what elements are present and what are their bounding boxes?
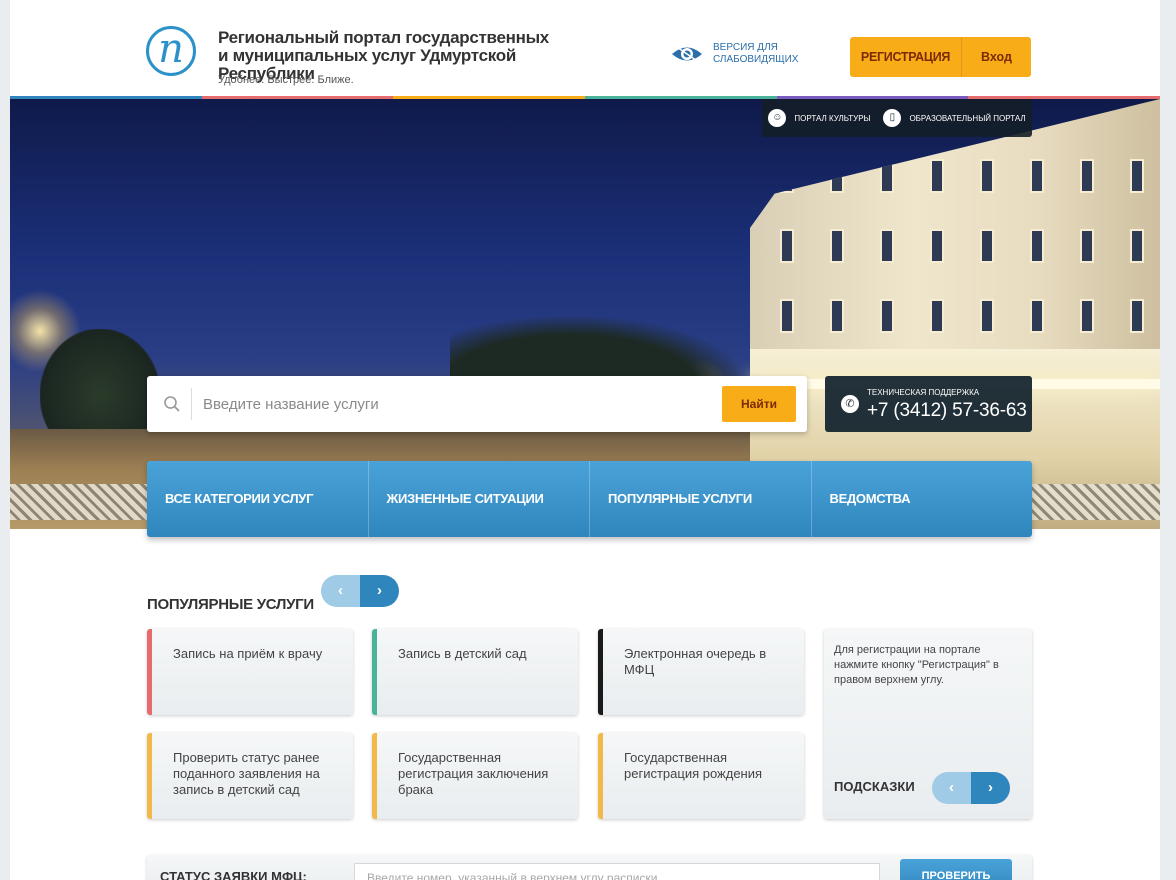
service-search: Найти: [147, 376, 807, 432]
accessibility-label-line2: слабовидящих: [713, 54, 799, 65]
mfc-status-label: Статус заявки МФЦ:: [160, 869, 307, 880]
hints-text: Для регистрации на портале нажмите кнопк…: [834, 644, 999, 686]
building-window: [780, 299, 794, 333]
book-icon: ▯: [883, 109, 902, 127]
building-window: [780, 229, 794, 263]
service-card[interactable]: Проверить статус ранее поданного заявлен…: [147, 733, 353, 819]
building-window: [980, 299, 994, 333]
mfc-status-bar: Статус заявки МФЦ: Проверить: [147, 855, 1032, 880]
service-card[interactable]: Электронная очередь в МФЦ: [598, 629, 804, 715]
accessibility-version-link[interactable]: Версия для слабовидящих: [670, 42, 799, 66]
hints-prev-button[interactable]: ‹: [932, 772, 971, 804]
popular-pager: ‹ ›: [321, 575, 399, 607]
popular-next-button[interactable]: ›: [360, 575, 399, 607]
hero-trees: [40, 329, 160, 439]
search-input[interactable]: [203, 389, 703, 419]
login-button[interactable]: Вход: [962, 37, 1031, 77]
portal-title-line1: Региональный портал государственных: [218, 28, 549, 47]
building-window: [880, 159, 894, 193]
building-window: [830, 159, 844, 193]
building-window: [930, 299, 944, 333]
nav-departments[interactable]: Ведомства: [812, 461, 1033, 537]
nav-popular-services[interactable]: Популярные услуги: [590, 461, 812, 537]
building-window: [830, 229, 844, 263]
support-label: Техническая поддержка: [867, 388, 980, 397]
building-window: [1030, 159, 1044, 193]
register-button[interactable]: Регистрация: [850, 37, 962, 77]
support-phone[interactable]: +7 (3412) 57-36-63: [867, 400, 1027, 422]
service-card[interactable]: Запись на приём к врачу: [147, 629, 353, 715]
hints-title: Подсказки: [834, 779, 915, 794]
building-window: [830, 299, 844, 333]
ornament-right: [1032, 484, 1160, 520]
building-window: [880, 299, 894, 333]
tech-support-box: ✆ Техническая поддержка +7 (3412) 57-36-…: [825, 376, 1032, 432]
building-window: [1080, 299, 1094, 333]
building-window: [1130, 159, 1144, 193]
education-portal-link[interactable]: ▯ Образовательный портал: [883, 109, 1026, 127]
service-card[interactable]: Запись в детский сад: [372, 629, 578, 715]
culture-portal-link[interactable]: ☺ Портал культуры: [768, 109, 871, 127]
building-window: [1080, 159, 1094, 193]
search-button[interactable]: Найти: [722, 386, 796, 422]
hints-panel: Для регистрации на портале нажмите кнопк…: [824, 629, 1032, 819]
eye-icon: [672, 44, 702, 64]
auth-buttons: Регистрация Вход: [850, 37, 1031, 77]
nav-all-categories[interactable]: Все категории услуг: [147, 461, 369, 537]
theater-mask-icon: ☺: [768, 109, 787, 127]
accessibility-label-line1: Версия для: [713, 42, 778, 53]
service-card[interactable]: Государственная регистрация заключения б…: [372, 733, 578, 819]
building-window: [930, 159, 944, 193]
culture-portal-label: Портал культуры: [794, 113, 871, 123]
mfc-check-button[interactable]: Проверить: [900, 859, 1012, 880]
building-window: [1030, 299, 1044, 333]
portal-slogan: Удобнее. Быстрее. Ближе.: [218, 74, 354, 86]
site-header: n Региональный портал государственных и …: [10, 0, 1160, 97]
building-window: [780, 159, 794, 193]
building-window: [880, 229, 894, 263]
category-nav: Все категории услуг Жизненные ситуации П…: [147, 461, 1032, 537]
building-window: [1130, 229, 1144, 263]
popular-title: Популярные услуги: [147, 596, 314, 613]
mfc-number-input[interactable]: [354, 863, 880, 880]
building-window: [980, 229, 994, 263]
education-portal-label: Образовательный портал: [909, 113, 1026, 123]
popular-prev-button[interactable]: ‹: [321, 575, 360, 607]
phone-icon: ✆: [841, 395, 859, 413]
building-window: [930, 229, 944, 263]
ornament-left: [10, 484, 147, 520]
portal-logo-icon[interactable]: n: [146, 26, 196, 76]
building-window: [1130, 299, 1144, 333]
nav-life-situations[interactable]: Жизненные ситуации: [369, 461, 590, 537]
building-window: [980, 159, 994, 193]
building-window: [1030, 229, 1044, 263]
building-window: [1080, 229, 1094, 263]
search-icon: [164, 396, 180, 412]
service-card[interactable]: Государственная регистрация рождения: [598, 733, 804, 819]
hints-pager: ‹ ›: [932, 772, 1010, 804]
hints-next-button[interactable]: ›: [971, 772, 1010, 804]
page: n Региональный портал государственных и …: [10, 0, 1160, 880]
portal-links: ☺ Портал культуры ▯ Образовательный порт…: [762, 99, 1032, 137]
